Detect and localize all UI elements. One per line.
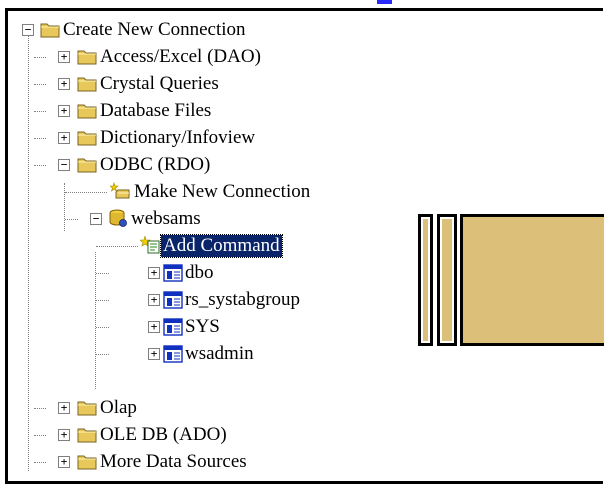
tree-node-olap[interactable]: + Olap: [8, 396, 408, 420]
expand-toggle[interactable]: +: [58, 402, 70, 414]
tree-node-create-new-connection[interactable]: − Create New Connection: [8, 18, 408, 42]
tree-connector: [34, 57, 46, 58]
folder-icon: [77, 455, 97, 470]
folder-icon: [77, 428, 97, 443]
database-icon: [109, 209, 127, 227]
tree-node-label: Olap: [100, 397, 137, 418]
tree-connector: [34, 138, 46, 139]
tree-connector: [96, 273, 109, 274]
tree-node-rs-systabgroup[interactable]: + rs_systabgroup: [8, 288, 408, 312]
expand-toggle[interactable]: +: [148, 267, 160, 279]
expand-toggle[interactable]: +: [58, 78, 70, 90]
tree-node-label: websams: [131, 208, 201, 229]
tree-node-label: OLE DB (ADO): [100, 424, 227, 445]
tree-connector: [34, 462, 46, 463]
folder-icon: [77, 104, 97, 119]
tree-node-label: Database Files: [100, 100, 212, 121]
schema-table-icon: [163, 345, 183, 363]
expand-toggle[interactable]: +: [58, 132, 70, 144]
add-command-icon: [140, 236, 160, 254]
expand-toggle[interactable]: +: [58, 51, 70, 63]
tree-connector: [96, 327, 109, 328]
tree-node-label: SYS: [185, 316, 220, 337]
folder-icon: [77, 158, 97, 173]
tree-node-more-data-sources[interactable]: + More Data Sources: [8, 450, 408, 474]
overlay-panel-fill: [423, 219, 428, 341]
collapse-toggle[interactable]: −: [58, 159, 70, 171]
tree-connector: [34, 111, 46, 112]
tree-connector: [65, 219, 78, 220]
overlay-panel: [460, 214, 604, 346]
folder-icon: [77, 131, 97, 146]
expand-toggle[interactable]: +: [148, 294, 160, 306]
tree-connector: [96, 300, 109, 301]
new-connection-wand-icon: [110, 182, 130, 199]
tree-node-label: Dictionary/Infoview: [100, 127, 256, 148]
folder-icon: [40, 23, 60, 38]
tree-node-label: Create New Connection: [63, 19, 246, 40]
tree-connector: [96, 354, 109, 355]
schema-table-icon: [163, 291, 183, 309]
tree-node-label: More Data Sources: [100, 451, 247, 472]
tree-node-wsadmin[interactable]: + wsadmin: [8, 342, 408, 366]
tree-node-label: Crystal Queries: [100, 73, 219, 94]
tree-node-label-selected: Add Command: [160, 234, 283, 258]
overlay-panel-fill: [442, 219, 452, 341]
tree-connector: [34, 408, 46, 409]
tree-connector: [96, 246, 138, 247]
tree-connector: [34, 84, 46, 85]
tree-node-make-new-connection[interactable]: Make New Connection: [8, 180, 428, 204]
tree-node-label: rs_systabgroup: [185, 289, 301, 310]
folder-icon: [77, 50, 97, 65]
overlay-panel-strip: [437, 214, 457, 346]
tree-node-label: ODBC (RDO): [100, 154, 211, 175]
tree-node-websams[interactable]: − websams: [8, 207, 408, 231]
tree-node-sys[interactable]: + SYS: [8, 315, 408, 339]
expand-toggle[interactable]: +: [148, 321, 160, 333]
screenshot-stage: − Create New Connection + Access/Excel (…: [0, 0, 604, 487]
tree-node-label: dbo: [185, 262, 214, 283]
tree-node-access-excel[interactable]: + Access/Excel (DAO): [8, 45, 408, 69]
overlay-panel-strip: [418, 214, 433, 346]
collapse-toggle[interactable]: −: [90, 213, 102, 225]
expand-toggle[interactable]: +: [58, 429, 70, 441]
folder-icon: [77, 77, 97, 92]
schema-table-icon: [163, 264, 183, 282]
tree-node-dictionary-infoview[interactable]: + Dictionary/Infoview: [8, 126, 408, 150]
expand-toggle[interactable]: +: [58, 456, 70, 468]
tree-node-crystal-queries[interactable]: + Crystal Queries: [8, 72, 408, 96]
tree-node-label: Make New Connection: [134, 181, 311, 202]
tree-node-add-command[interactable]: Add Command: [8, 234, 408, 258]
tree-connector: [65, 192, 107, 193]
tree-node-ole-db-ado[interactable]: + OLE DB (ADO): [8, 423, 408, 447]
link-underline[interactable]: [377, 0, 392, 4]
expand-toggle[interactable]: +: [148, 348, 160, 360]
tree-node-database-files[interactable]: + Database Files: [8, 99, 408, 123]
collapse-toggle[interactable]: −: [22, 24, 34, 36]
tree-connector: [34, 165, 46, 166]
schema-table-icon: [163, 318, 183, 336]
tree-node-label: Access/Excel (DAO): [100, 46, 261, 67]
tree-node-odbc-rdo[interactable]: − ODBC (RDO): [8, 153, 408, 177]
folder-icon: [77, 401, 97, 416]
tree-connector: [34, 435, 46, 436]
tree-node-dbo[interactable]: + dbo: [8, 261, 408, 285]
expand-toggle[interactable]: +: [58, 105, 70, 117]
tree-node-label: wsadmin: [185, 343, 254, 364]
